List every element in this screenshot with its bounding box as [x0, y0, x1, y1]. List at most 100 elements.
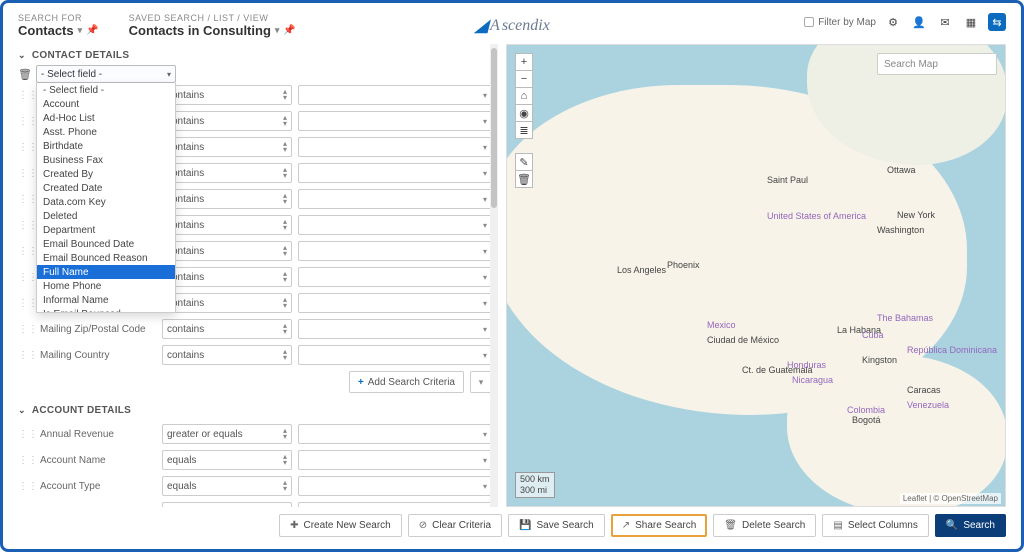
- drag-handle-icon[interactable]: ⋮⋮: [18, 429, 30, 440]
- zoom-out-button[interactable]: −: [515, 70, 533, 88]
- drag-handle-icon[interactable]: ⋮⋮: [18, 168, 30, 179]
- operator-select[interactable]: contains▴▾: [162, 137, 292, 157]
- create-new-search-button[interactable]: ✚Create New Search: [279, 514, 402, 537]
- value-input[interactable]: ▾: [298, 241, 492, 261]
- value-input[interactable]: ▾: [298, 137, 492, 157]
- map-layers-button[interactable]: ≣: [515, 121, 533, 139]
- field-option[interactable]: Created By: [37, 167, 175, 181]
- drag-handle-icon[interactable]: ⋮⋮: [18, 220, 30, 231]
- value-input[interactable]: ▾: [298, 424, 492, 444]
- add-search-criteria-button[interactable]: +Add Search Criteria: [349, 371, 464, 393]
- operator-select[interactable]: contains▴▾: [162, 163, 292, 183]
- map-draw-button[interactable]: ✎: [515, 153, 533, 171]
- gear-icon[interactable]: ⚙: [884, 13, 902, 31]
- field-option[interactable]: Ad-Hoc List: [37, 111, 175, 125]
- drag-handle-icon[interactable]: ⋮⋮: [18, 272, 30, 283]
- operator-select[interactable]: greater or equals▴▾: [162, 424, 292, 444]
- operator-select[interactable]: contains▴▾: [162, 111, 292, 131]
- zoom-in-button[interactable]: +: [515, 53, 533, 71]
- operator-select[interactable]: equals▴▾: [162, 450, 292, 470]
- field-select-dropdown[interactable]: - Select field -AccountAd-Hoc ListAsst. …: [36, 83, 176, 313]
- save-search-button[interactable]: 💾Save Search: [508, 514, 605, 537]
- user-icon[interactable]: 👤: [910, 13, 928, 31]
- field-option[interactable]: Created Date: [37, 181, 175, 195]
- field-option[interactable]: Birthdate: [37, 139, 175, 153]
- drag-handle-icon[interactable]: ⋮⋮: [18, 90, 30, 101]
- field-option[interactable]: Business Fax: [37, 153, 175, 167]
- map-home-button[interactable]: ⌂: [515, 87, 533, 105]
- search-for-block[interactable]: SEARCH FOR Contacts▾📌: [18, 13, 99, 38]
- pin-icon[interactable]: 📌: [283, 25, 295, 36]
- value-input[interactable]: ▾: [298, 267, 492, 287]
- criteria-field-label: Account Name: [36, 455, 156, 466]
- field-option[interactable]: Home Phone: [37, 279, 175, 293]
- field-option[interactable]: Is Email Bounced: [37, 307, 175, 313]
- drag-handle-icon[interactable]: ⋮⋮: [18, 116, 30, 127]
- field-option[interactable]: Department: [37, 223, 175, 237]
- search-button[interactable]: 🔍Search: [935, 514, 1006, 537]
- drag-handle-icon[interactable]: ⋮⋮: [18, 350, 30, 361]
- map-search-input[interactable]: Search Map: [877, 53, 997, 75]
- map[interactable]: Saint PaulOttawaUnited States of America…: [506, 44, 1006, 507]
- scrollbar-thumb[interactable]: [491, 48, 497, 208]
- operator-select[interactable]: equals▴▾: [162, 502, 292, 507]
- value-input[interactable]: ▾: [298, 345, 492, 365]
- mail-icon[interactable]: ✉: [936, 13, 954, 31]
- value-input[interactable]: ▾: [298, 85, 492, 105]
- value-input[interactable]: ▾: [298, 319, 492, 339]
- value-input[interactable]: ▾: [298, 163, 492, 183]
- saved-search-block[interactable]: SAVED SEARCH / LIST / VIEW Contacts in C…: [129, 13, 296, 38]
- operator-select[interactable]: contains▴▾: [162, 319, 292, 339]
- drag-handle-icon[interactable]: ⋮⋮: [18, 455, 30, 466]
- value-input[interactable]: Consulting▾: [298, 502, 492, 507]
- expand-criteria-button[interactable]: ▾: [470, 371, 492, 393]
- panel-toggle-icon[interactable]: ⇆: [988, 13, 1006, 31]
- trash-icon[interactable]: 🗑: [18, 68, 32, 81]
- section-account-details[interactable]: ⌄ACCOUNT DETAILS: [18, 399, 492, 420]
- criteria-row: ⋮⋮ Account Name equals▴▾ ▾: [18, 448, 492, 472]
- field-option[interactable]: Informal Name: [37, 293, 175, 307]
- field-option[interactable]: Account: [37, 97, 175, 111]
- select-columns-button[interactable]: ▤Select Columns: [822, 514, 928, 537]
- operator-select[interactable]: contains▴▾: [162, 293, 292, 313]
- drag-handle-icon[interactable]: ⋮⋮: [18, 298, 30, 309]
- operator-select[interactable]: contains▴▾: [162, 85, 292, 105]
- field-option[interactable]: Deleted: [37, 209, 175, 223]
- drag-handle-icon[interactable]: ⋮⋮: [18, 246, 30, 257]
- operator-select[interactable]: contains▴▾: [162, 215, 292, 235]
- calendar-icon[interactable]: ▦: [962, 13, 980, 31]
- operator-select[interactable]: equals▴▾: [162, 476, 292, 496]
- operator-select[interactable]: contains▴▾: [162, 345, 292, 365]
- field-option[interactable]: Email Bounced Reason: [37, 251, 175, 265]
- field-select[interactable]: - Select field -▾: [36, 65, 176, 83]
- value-input[interactable]: ▾: [298, 450, 492, 470]
- drag-handle-icon[interactable]: ⋮⋮: [18, 324, 30, 335]
- scrollbar[interactable]: [490, 44, 498, 507]
- drag-handle-icon[interactable]: ⋮⋮: [18, 142, 30, 153]
- field-option[interactable]: Full Name: [37, 265, 175, 279]
- section-contact-details[interactable]: ⌄CONTACT DETAILS: [18, 44, 492, 65]
- value-input[interactable]: ▾: [298, 215, 492, 235]
- clear-criteria-button[interactable]: ⊘Clear Criteria: [408, 514, 502, 537]
- value-input[interactable]: ▾: [298, 293, 492, 313]
- field-option[interactable]: Asst. Phone: [37, 125, 175, 139]
- drag-handle-icon[interactable]: ⋮⋮: [18, 194, 30, 205]
- delete-search-button[interactable]: 🗑Delete Search: [713, 514, 816, 537]
- field-option[interactable]: Email Bounced Date: [37, 237, 175, 251]
- field-option[interactable]: Data.com Key: [37, 195, 175, 209]
- drag-handle-icon[interactable]: ⋮⋮: [18, 507, 30, 508]
- value-input[interactable]: ▾: [298, 189, 492, 209]
- drag-handle-icon[interactable]: ⋮⋮: [18, 481, 30, 492]
- map-trash-button[interactable]: 🗑: [515, 170, 533, 188]
- operator-select[interactable]: contains▴▾: [162, 267, 292, 287]
- operator-select[interactable]: contains▴▾: [162, 241, 292, 261]
- value-input[interactable]: ▾: [298, 111, 492, 131]
- map-locate-button[interactable]: ◉: [515, 104, 533, 122]
- pin-icon[interactable]: 📌: [86, 25, 98, 36]
- checkbox-icon[interactable]: [804, 17, 814, 27]
- value-input[interactable]: ▾: [298, 476, 492, 496]
- operator-select[interactable]: contains▴▾: [162, 189, 292, 209]
- field-option[interactable]: - Select field -: [37, 83, 175, 97]
- share-search-button[interactable]: ↗Share Search: [611, 514, 708, 537]
- filter-by-map-toggle[interactable]: Filter by Map: [804, 17, 876, 28]
